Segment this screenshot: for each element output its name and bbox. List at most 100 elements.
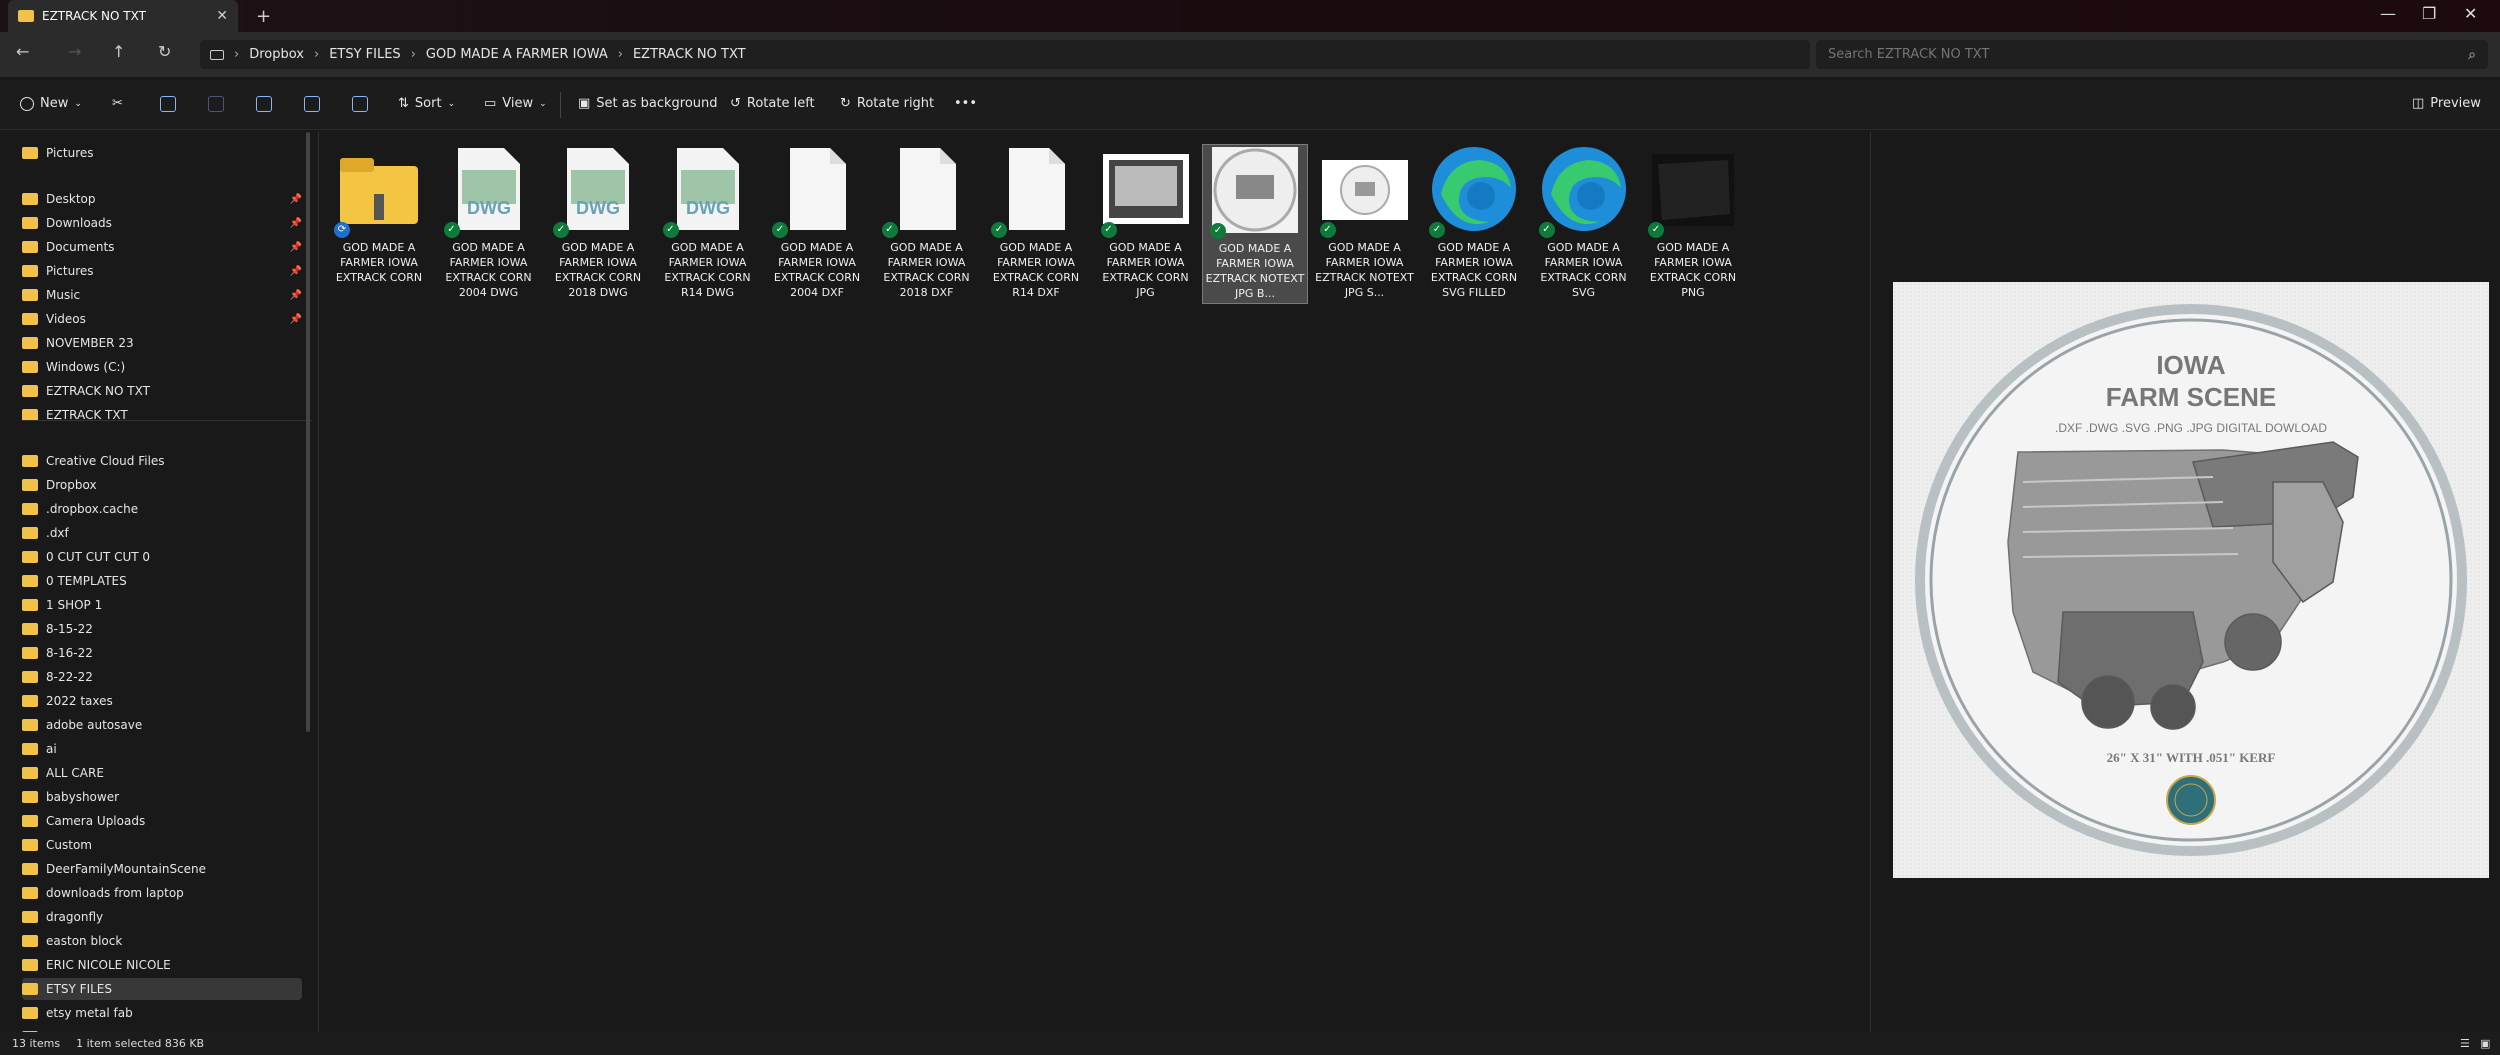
new-tab-button[interactable]: +	[256, 6, 271, 27]
pc-icon[interactable]	[210, 49, 224, 60]
more-options-button[interactable]: •••	[954, 96, 977, 111]
breadcrumb[interactable]: › Dropbox › ETSY FILES › GOD MADE A FARM…	[200, 40, 1810, 69]
sidebar-item[interactable]: NOVEMBER 23	[22, 332, 302, 354]
maximize-button[interactable]: ❐	[2422, 4, 2436, 23]
new-button[interactable]: New ⌄	[20, 96, 82, 111]
file-item[interactable]: ✓ GOD MADE A FARMER IOWA EXTRACK CORN SVG	[1531, 144, 1637, 304]
sidebar-item[interactable]: .dropbox.cache	[22, 498, 302, 520]
breadcrumb-god-made[interactable]: GOD MADE A FARMER IOWA	[426, 47, 608, 62]
sidebar-item[interactable]: ERIC NICOLE NICOLE	[22, 954, 302, 976]
sidebar-item[interactable]: 0 CUT CUT CUT 0	[22, 546, 302, 568]
folder-icon	[22, 385, 38, 397]
sidebar-item[interactable]: EZTRACK TXT	[22, 404, 302, 426]
search-icon[interactable]: ⌕	[2468, 47, 2476, 63]
file-item[interactable]: DWG ✓ GOD MADE A FARMER IOWA EXTRACK CORN …	[655, 144, 761, 304]
sidebar-item[interactable]: Documents 📌	[22, 236, 302, 258]
sort-button[interactable]: ⇅ Sort ⌄	[398, 96, 455, 111]
file-item[interactable]: ✓ GOD MADE A FARMER IOWA EXTRACK CORN R14…	[983, 144, 1089, 304]
sidebar-item[interactable]: etsy metal fab	[22, 1002, 302, 1024]
file-item[interactable]: ✓ GOD MADE A FARMER IOWA EZTRACK NOTEXT J…	[1202, 144, 1308, 304]
sidebar-item[interactable]: Pictures	[22, 142, 302, 164]
sidebar-item[interactable]: 0 TEMPLATES	[22, 570, 302, 592]
file-item[interactable]: ⟳ GOD MADE A FARMER IOWA EXTRACK CORN	[326, 144, 432, 304]
pin-icon[interactable]: 📌	[290, 242, 302, 253]
set-background-button[interactable]: ▣ Set as background	[578, 96, 718, 111]
sidebar-item[interactable]: ALL CARE	[22, 762, 302, 784]
file-item[interactable]: ✓ GOD MADE A FARMER IOWA EZTRACK NOTEXT J…	[1312, 144, 1418, 304]
sidebar-item[interactable]: 8-22-22	[22, 666, 302, 688]
sidebar-item[interactable]: Downloads 📌	[22, 212, 302, 234]
sidebar-item[interactable]: .dxf	[22, 522, 302, 544]
delete-icon[interactable]	[352, 96, 368, 112]
folder-icon	[22, 361, 38, 373]
sidebar-item[interactable]: Custom	[22, 834, 302, 856]
sidebar-item[interactable]: Desktop 📌	[22, 188, 302, 210]
pin-icon[interactable]: 📌	[290, 194, 302, 205]
file-thumbnail: ✓	[1319, 144, 1410, 238]
breadcrumb-current[interactable]: EZTRACK NO TXT	[633, 47, 746, 62]
rename-icon[interactable]	[256, 96, 272, 112]
folder-icon	[22, 887, 38, 899]
breadcrumb-etsy-files[interactable]: ETSY FILES	[329, 47, 401, 62]
file-item[interactable]: DWG ✓ GOD MADE A FARMER IOWA EXTRACK CORN …	[436, 144, 542, 304]
rotate-right-button[interactable]: ↻ Rotate right	[840, 96, 934, 111]
sidebar-item[interactable]: 8-16-22	[22, 642, 302, 664]
sidebar-item[interactable]: babyshower	[22, 786, 302, 808]
sidebar-item[interactable]: Pictures 📌	[22, 260, 302, 282]
sidebar-item[interactable]: Videos 📌	[22, 308, 302, 330]
sidebar-item[interactable]: Creative Cloud Files	[22, 450, 302, 472]
paste-icon[interactable]	[208, 96, 224, 112]
refresh-button[interactable]: ↻	[158, 42, 171, 61]
folder-icon	[22, 503, 38, 515]
sidebar-item[interactable]: adobe autosave	[22, 714, 302, 736]
search-box[interactable]: ⌕	[1816, 40, 2488, 69]
share-icon[interactable]	[304, 96, 320, 112]
sidebar-item[interactable]: Windows (C:)	[22, 356, 302, 378]
sidebar-item[interactable]: Dropbox	[22, 474, 302, 496]
cut-icon[interactable]: ✂	[112, 96, 123, 111]
view-button[interactable]: ▭ View ⌄	[484, 96, 547, 111]
sidebar-item[interactable]: EZTRACK NO TXT	[22, 380, 302, 402]
sort-label: Sort	[414, 96, 442, 111]
minimize-button[interactable]: —	[2380, 4, 2396, 23]
details-view-icon[interactable]: ☰	[2460, 1037, 2470, 1050]
preview-button[interactable]: ◫ Preview	[2412, 96, 2481, 111]
tab-close-icon[interactable]: ✕	[216, 8, 228, 24]
pin-icon[interactable]: 📌	[290, 218, 302, 229]
tab-active[interactable]: EZTRACK NO TXT ✕	[8, 0, 238, 32]
large-icons-view-icon[interactable]: ▣	[2480, 1037, 2490, 1050]
file-item[interactable]: ✓ GOD MADE A FARMER IOWA EXTRACK CORN SVG…	[1421, 144, 1527, 304]
sidebar-item[interactable]: ETSY FILES	[22, 978, 302, 1000]
sidebar-item[interactable]: 1 SHOP 1	[22, 594, 302, 616]
sidebar-item[interactable]: 8-15-22	[22, 618, 302, 640]
sidebar-item[interactable]: DeerFamilyMountainScene	[22, 858, 302, 880]
close-button[interactable]: ✕	[2464, 4, 2477, 23]
back-button[interactable]: ←	[16, 42, 29, 61]
copy-icon[interactable]	[160, 96, 176, 112]
sidebar-item[interactable]: ai	[22, 738, 302, 760]
sidebar-item[interactable]: dragonfly	[22, 906, 302, 928]
file-thumbnail: ✓	[1429, 144, 1519, 238]
pin-icon[interactable]: 📌	[290, 314, 302, 325]
breadcrumb-dropbox[interactable]: Dropbox	[249, 47, 304, 62]
forward-button[interactable]: →	[68, 42, 81, 61]
rotate-left-button[interactable]: ↺ Rotate left	[730, 96, 815, 111]
file-item[interactable]: ✓ GOD MADE A FARMER IOWA EXTRACK CORN 201…	[874, 144, 980, 304]
sidebar-item-label: Custom	[46, 838, 92, 852]
search-input[interactable]	[1828, 47, 2469, 62]
sidebar-item[interactable]: 2022 taxes	[22, 690, 302, 712]
pin-icon[interactable]: 📌	[290, 266, 302, 277]
pin-icon[interactable]: 📌	[290, 290, 302, 301]
sidebar-scrollbar[interactable]	[306, 132, 310, 732]
file-item[interactable]: ✓ GOD MADE A FARMER IOWA EXTRACK CORN JPG	[1093, 144, 1199, 304]
file-item[interactable]: DWG ✓ GOD MADE A FARMER IOWA EXTRACK CORN …	[545, 144, 651, 304]
sidebar-item-label: ETSY FILES	[46, 982, 112, 996]
sidebar-item[interactable]: downloads from laptop	[22, 882, 302, 904]
up-button[interactable]: ↑	[112, 42, 125, 61]
sidebar-item[interactable]: easton block	[22, 930, 302, 952]
file-item[interactable]: ✓ GOD MADE A FARMER IOWA EXTRACK CORN 200…	[764, 144, 870, 304]
file-item[interactable]: ✓ GOD MADE A FARMER IOWA EXTRACK CORN PNG	[1640, 144, 1746, 304]
sidebar-item[interactable]: Music 📌	[22, 284, 302, 306]
sidebar-item[interactable]: Camera Uploads	[22, 810, 302, 832]
pane-divider[interactable]	[318, 132, 319, 1032]
